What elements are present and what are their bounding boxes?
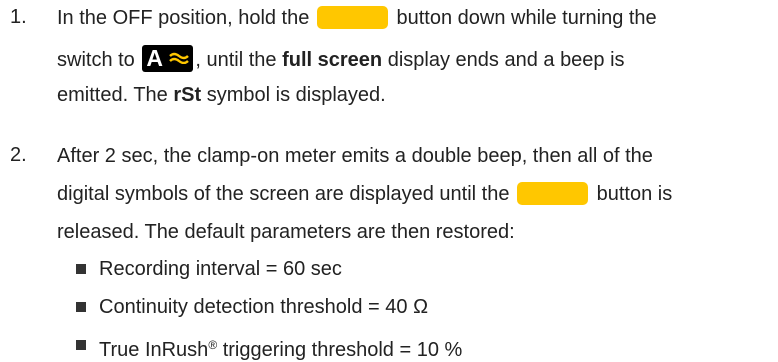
registered-mark: ® xyxy=(208,338,218,352)
step-number: 1. xyxy=(10,6,27,28)
mode-letter: A xyxy=(146,45,163,71)
yellow-button-icon xyxy=(316,6,388,29)
a-ac-mode-icon: A xyxy=(142,45,194,72)
step-1-line-1: In the OFF position, hold the button dow… xyxy=(57,6,657,30)
text: symbol is displayed. xyxy=(206,84,386,106)
text: button down while turning the xyxy=(396,7,657,29)
list-item: True InRush® triggering threshold = 10 % xyxy=(99,333,462,362)
ac-wave-icon xyxy=(169,52,190,64)
text: triggering threshold = 10 % xyxy=(217,339,463,361)
text: In the OFF position, hold the xyxy=(57,7,310,29)
yellow-button-icon xyxy=(517,182,589,205)
text: True InRush xyxy=(99,339,209,361)
bullet-icon xyxy=(76,340,86,350)
step-number: 2. xyxy=(10,144,27,166)
step-1-line-3: emitted. The rSt symbol is displayed. xyxy=(57,83,386,107)
list-item: Recording interval = 60 sec xyxy=(99,258,342,280)
bold-text: full screen xyxy=(282,49,383,71)
step-2-line-3: released. The default parameters are the… xyxy=(57,221,515,243)
text: display ends and a beep is xyxy=(387,49,625,71)
step-2-line-1: After 2 sec, the clamp-on meter emits a … xyxy=(57,145,653,167)
bullet-icon xyxy=(76,264,86,274)
text: digital symbols of the screen are displa… xyxy=(57,183,510,205)
text: switch to xyxy=(57,49,135,71)
bold-text: rSt xyxy=(173,84,202,106)
step-2-line-2: digital symbols of the screen are displa… xyxy=(57,182,672,206)
text: emitted. The xyxy=(57,84,168,106)
text: , until the xyxy=(195,49,277,71)
bullet-icon xyxy=(76,302,86,312)
text: button is xyxy=(596,183,673,205)
step-1-line-2: switch to A , until the full screen disp… xyxy=(57,45,625,72)
list-item: Continuity detection threshold = 40 Ω xyxy=(99,296,429,318)
